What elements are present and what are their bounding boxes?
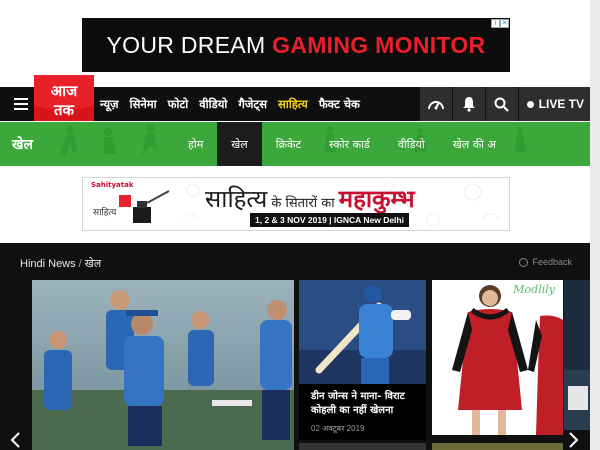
sub-link-sports[interactable]: खेल bbox=[217, 122, 262, 166]
ad-text-plain: YOUR DREAM bbox=[106, 31, 273, 58]
content-area: Hindi News / खेल Feedback डीन जोन्स ने म… bbox=[0, 243, 590, 450]
feedback-label: Feedback bbox=[532, 257, 572, 267]
nav-link-video[interactable]: वीडियो bbox=[199, 97, 227, 112]
nav-link-cinema[interactable]: सिनेमा bbox=[130, 97, 157, 112]
card-caption: डीन जोन्स ने माना- विराट कोहली का नहीं ख… bbox=[299, 384, 426, 440]
news-card-dean-jones[interactable]: डीन जोन्स ने माना- विराट कोहली का नहीं ख… bbox=[299, 280, 426, 440]
fashion-ad-image bbox=[432, 280, 563, 435]
card-date: 02 अक्टूबर 2019 bbox=[311, 424, 365, 433]
breadcrumb-current: खेल bbox=[84, 258, 102, 270]
feedback-link[interactable]: Feedback bbox=[519, 257, 572, 267]
next-row-tile-right[interactable] bbox=[432, 443, 563, 450]
ad-info-icon[interactable]: i bbox=[491, 19, 500, 28]
breadcrumb-separator: / bbox=[78, 258, 82, 270]
sahitya-headline: साहित्य के सितारों का महाकुम्भ bbox=[205, 182, 415, 215]
bell-icon[interactable] bbox=[452, 87, 485, 121]
hero-photo bbox=[32, 280, 294, 450]
search-icon[interactable] bbox=[485, 87, 518, 121]
live-tv-label: LIVE TV bbox=[538, 97, 584, 111]
sahityatak-logo: Sahityatak साहित्य bbox=[89, 181, 179, 227]
logo-word-aaj: आज bbox=[51, 82, 78, 100]
ad-close-icon[interactable]: ✕ bbox=[500, 19, 509, 28]
modlily-brand-label: Modlily bbox=[513, 283, 555, 296]
main-nav-links: न्यूज़ सिनेमा फोटो वीडियो गैजेट्स साहित्… bbox=[100, 87, 371, 121]
nav-link-sahitya[interactable]: साहित्य bbox=[278, 97, 308, 112]
sub-link-home[interactable]: होम bbox=[174, 122, 217, 166]
ad-choices[interactable]: i ✕ bbox=[491, 19, 509, 28]
ad-headline: YOUR DREAM GAMING MONITOR bbox=[107, 32, 486, 59]
aajtak-logo[interactable]: आज तक bbox=[34, 75, 94, 121]
sub-link-video[interactable]: वीडियो bbox=[384, 122, 439, 166]
live-dot-icon bbox=[526, 100, 534, 108]
section-title: खेल bbox=[12, 137, 33, 153]
sports-section-bar: खेल होम खेल क्रिकेट स्कोर कार्ड वीडियो ख… bbox=[0, 122, 590, 166]
headline-mahakumbh: महाकुम्भ bbox=[338, 185, 415, 213]
nav-link-gadgets[interactable]: गैजेट्स bbox=[238, 97, 267, 112]
sahitya-aajtak-ad[interactable]: Sahityatak साहित्य साहित्य के सितारों का… bbox=[82, 177, 510, 231]
scrollbar-track[interactable] bbox=[590, 0, 600, 450]
sub-link-scorecard[interactable]: स्कोर कार्ड bbox=[315, 122, 384, 166]
breadcrumb-home[interactable]: Hindi News bbox=[20, 258, 76, 270]
logo-word-tak: तक bbox=[53, 101, 76, 119]
partial-news-card[interactable] bbox=[564, 280, 590, 430]
inkpot-icon bbox=[119, 190, 170, 223]
sub-link-cricket[interactable]: क्रिकेट bbox=[262, 122, 315, 166]
nav-link-news[interactable]: न्यूज़ bbox=[100, 97, 119, 112]
carousel-next-arrow-icon[interactable] bbox=[565, 432, 581, 448]
carousel-prev-arrow-icon[interactable] bbox=[8, 432, 24, 448]
headline-mid: के सितारों का bbox=[267, 196, 339, 211]
next-row-tile-left[interactable] bbox=[299, 443, 426, 450]
ad-text-accent: GAMING MONITOR bbox=[272, 31, 486, 58]
nav-link-fact-check[interactable]: फैक्ट चेक bbox=[319, 97, 360, 112]
fashion-ad-card[interactable]: Modlily bbox=[432, 280, 563, 435]
feedback-icon bbox=[519, 257, 529, 267]
gaming-monitor-ad[interactable]: YOUR DREAM GAMING MONITOR i ✕ bbox=[82, 18, 510, 72]
card-image-batsman bbox=[299, 280, 426, 384]
nav-actions: LIVE TV bbox=[419, 87, 592, 121]
hero-image-cricket-team[interactable] bbox=[32, 280, 294, 450]
card-headline[interactable]: डीन जोन्स ने माना- विराट कोहली का नहीं ख… bbox=[311, 390, 418, 418]
headline-sahitya: साहित्य bbox=[205, 185, 268, 213]
sub-link-more[interactable]: खेल की अ bbox=[439, 122, 510, 166]
breadcrumb: Hindi News / खेल bbox=[20, 256, 101, 271]
partial-card-image bbox=[564, 280, 590, 430]
speedometer-icon[interactable] bbox=[419, 87, 452, 121]
page: YOUR DREAM GAMING MONITOR i ✕ न्यूज़ सिन… bbox=[0, 0, 600, 450]
event-date-banner: 1, 2 & 3 NOV 2019 | IGNCA New Delhi bbox=[250, 213, 409, 227]
section-sub-nav: होम खेल क्रिकेट स्कोर कार्ड वीडियो खेल क… bbox=[174, 122, 510, 166]
nav-link-photo[interactable]: फोटो bbox=[168, 97, 189, 112]
live-tv-button[interactable]: LIVE TV bbox=[518, 87, 592, 121]
hamburger-menu-icon[interactable] bbox=[14, 98, 28, 110]
